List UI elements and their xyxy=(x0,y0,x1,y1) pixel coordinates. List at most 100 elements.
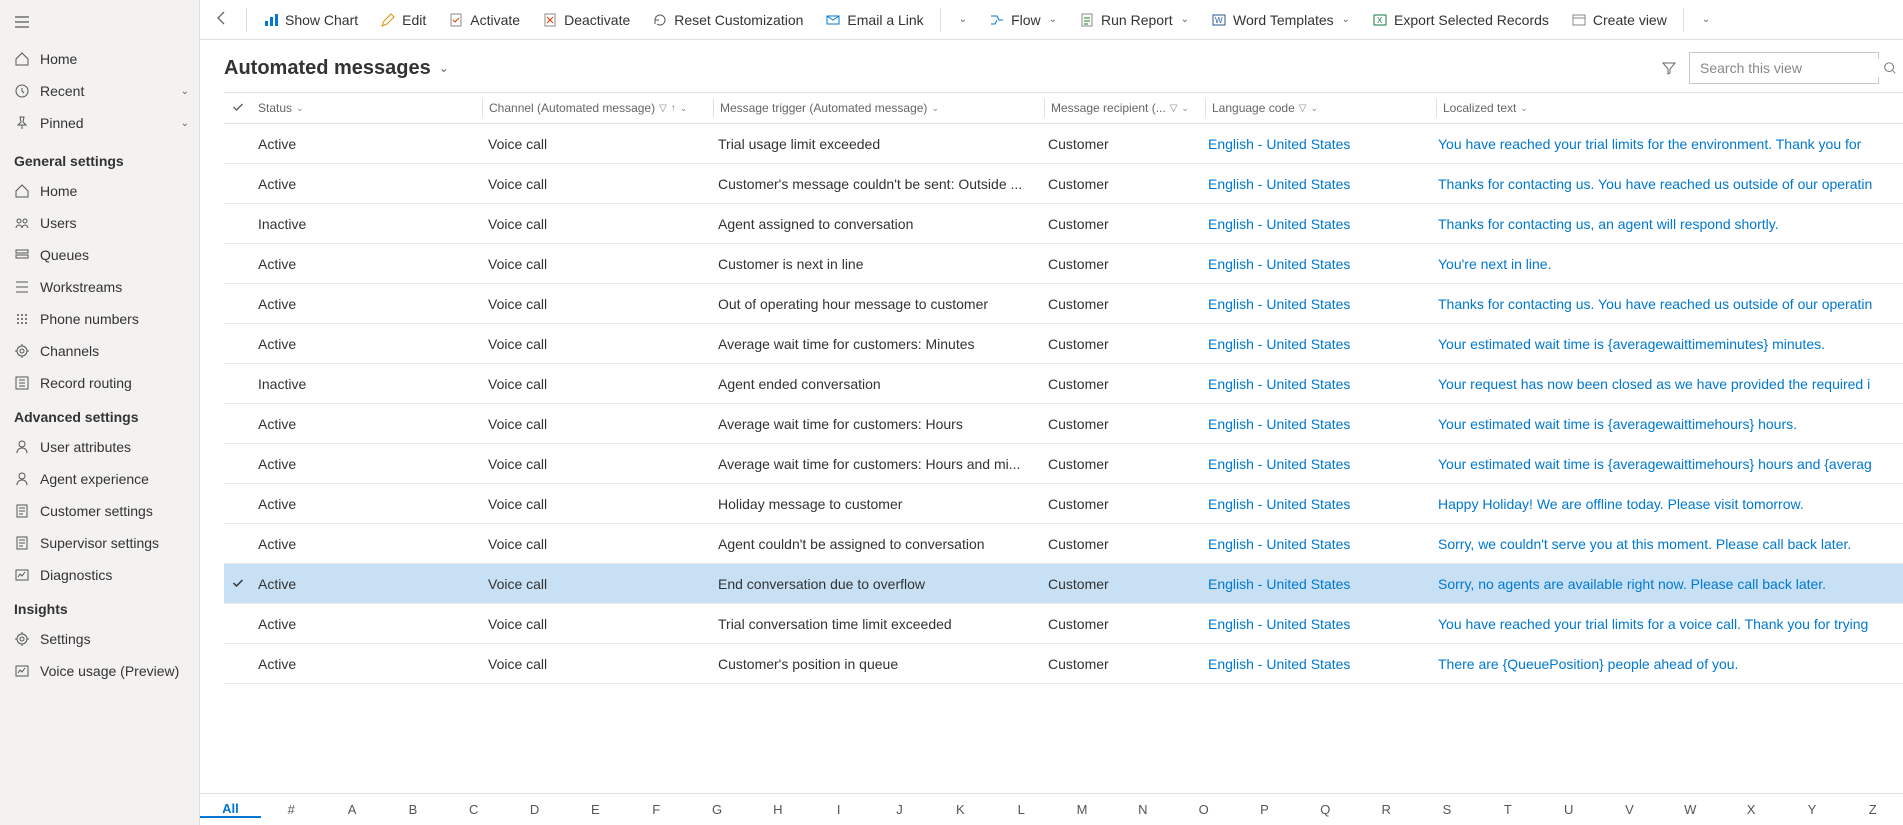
edit-button[interactable]: Edit xyxy=(370,6,436,34)
cell-localized-text[interactable]: Your estimated wait time is {averagewait… xyxy=(1432,416,1903,432)
col-header-channel[interactable]: Channel (Automated message) ▽ ↑ ⌄ xyxy=(483,101,713,115)
alpha-filter[interactable]: W xyxy=(1660,802,1721,817)
nav-item[interactable]: Supervisor settings xyxy=(0,527,199,559)
nav-item[interactable]: Agent experience xyxy=(0,463,199,495)
alpha-filter[interactable]: J xyxy=(869,802,930,817)
alpha-filter[interactable]: C xyxy=(443,802,504,817)
show-chart-button[interactable]: Show Chart xyxy=(253,6,368,34)
alpha-filter[interactable]: Z xyxy=(1842,802,1903,817)
alpha-filter[interactable]: N xyxy=(1112,802,1173,817)
nav-item[interactable]: Channels xyxy=(0,335,199,367)
create-view-dropdown[interactable]: ⌄ xyxy=(1690,8,1720,31)
activate-button[interactable]: Activate xyxy=(438,6,530,34)
col-header-status[interactable]: Status ⌄ xyxy=(252,101,482,115)
cell-localized-text[interactable]: You have reached your trial limits for a… xyxy=(1432,616,1903,632)
search-input[interactable] xyxy=(1698,59,1883,77)
row-checkbox[interactable] xyxy=(224,576,252,592)
run-report-button[interactable]: Run Report ⌄ xyxy=(1069,6,1199,34)
row-checkbox[interactable] xyxy=(224,296,252,312)
filter-funnel-button[interactable] xyxy=(1661,60,1677,76)
back-button[interactable] xyxy=(204,2,240,37)
alpha-filter[interactable]: R xyxy=(1356,802,1417,817)
row-checkbox[interactable] xyxy=(224,496,252,512)
row-checkbox[interactable] xyxy=(224,376,252,392)
cell-localized-text[interactable]: Your estimated wait time is {averagewait… xyxy=(1432,336,1903,352)
cell-language[interactable]: English - United States xyxy=(1202,496,1432,512)
alpha-filter[interactable]: I xyxy=(808,802,869,817)
col-header-localized-text[interactable]: Localized text ⌄ xyxy=(1437,101,1903,115)
cell-language[interactable]: English - United States xyxy=(1202,296,1432,312)
table-row[interactable]: ActiveVoice callCustomer's position in q… xyxy=(224,644,1903,684)
alpha-filter[interactable]: V xyxy=(1599,802,1660,817)
cell-localized-text[interactable]: Sorry, no agents are available right now… xyxy=(1432,576,1903,592)
export-excel-button[interactable]: X Export Selected Records xyxy=(1362,6,1559,34)
cell-language[interactable]: English - United States xyxy=(1202,616,1432,632)
email-link-dropdown[interactable]: ⌄ xyxy=(947,8,977,31)
select-all-checkbox[interactable] xyxy=(224,101,252,116)
alpha-filter[interactable]: # xyxy=(261,802,322,817)
cell-language[interactable]: English - United States xyxy=(1202,576,1432,592)
row-checkbox[interactable] xyxy=(224,256,252,272)
table-row[interactable]: ActiveVoice callAgent couldn't be assign… xyxy=(224,524,1903,564)
row-checkbox[interactable] xyxy=(224,336,252,352)
nav-item[interactable]: User attributes xyxy=(0,431,199,463)
email-link-button[interactable]: Email a Link xyxy=(815,6,933,34)
alpha-filter[interactable]: T xyxy=(1477,802,1538,817)
nav-item[interactable]: Workstreams xyxy=(0,271,199,303)
alpha-filter[interactable]: A xyxy=(322,802,383,817)
cell-localized-text[interactable]: You're next in line. xyxy=(1432,256,1903,272)
nav-item[interactable]: Users xyxy=(0,207,199,239)
view-selector[interactable]: Automated messages ⌄ xyxy=(224,57,449,80)
table-row[interactable]: ActiveVoice callAverage wait time for cu… xyxy=(224,324,1903,364)
cell-localized-text[interactable]: Thanks for contacting us, an agent will … xyxy=(1432,216,1903,232)
table-row[interactable]: ActiveVoice callTrial usage limit exceed… xyxy=(224,124,1903,164)
nav-item[interactable]: Customer settings xyxy=(0,495,199,527)
row-checkbox[interactable] xyxy=(224,656,252,672)
col-header-recipient[interactable]: Message recipient (... ▽ ⌄ xyxy=(1045,101,1205,115)
nav-item[interactable]: Queues xyxy=(0,239,199,271)
alpha-filter[interactable]: X xyxy=(1721,802,1782,817)
alpha-filter[interactable]: S xyxy=(1417,802,1478,817)
row-checkbox[interactable] xyxy=(224,456,252,472)
col-header-language[interactable]: Language code ▽ ⌄ xyxy=(1206,101,1436,115)
deactivate-button[interactable]: Deactivate xyxy=(532,6,640,34)
hamburger-button[interactable] xyxy=(0,4,199,43)
table-row[interactable]: ActiveVoice callTrial conversation time … xyxy=(224,604,1903,644)
cell-localized-text[interactable]: Happy Holiday! We are offline today. Ple… xyxy=(1432,496,1903,512)
col-header-trigger[interactable]: Message trigger (Automated message) ⌄ xyxy=(714,101,1044,115)
table-row[interactable]: ActiveVoice callCustomer's message could… xyxy=(224,164,1903,204)
nav-item[interactable]: Voice usage (Preview) xyxy=(0,655,199,687)
table-row[interactable]: ActiveVoice callHoliday message to custo… xyxy=(224,484,1903,524)
nav-home[interactable]: Home xyxy=(0,43,199,75)
nav-item[interactable]: Diagnostics xyxy=(0,559,199,591)
nav-item[interactable]: Settings xyxy=(0,623,199,655)
search-box[interactable] xyxy=(1689,52,1879,84)
row-checkbox[interactable] xyxy=(224,416,252,432)
alpha-filter[interactable]: K xyxy=(930,802,991,817)
flow-button[interactable]: Flow ⌄ xyxy=(979,6,1067,34)
alpha-filter[interactable]: M xyxy=(1052,802,1113,817)
row-checkbox[interactable] xyxy=(224,536,252,552)
nav-item[interactable]: Record routing xyxy=(0,367,199,399)
cell-localized-text[interactable]: Thanks for contacting us. You have reach… xyxy=(1432,176,1903,192)
alpha-filter[interactable]: O xyxy=(1173,802,1234,817)
table-row[interactable]: ActiveVoice callAverage wait time for cu… xyxy=(224,444,1903,484)
cell-language[interactable]: English - United States xyxy=(1202,136,1432,152)
table-row[interactable]: InactiveVoice callAgent assigned to conv… xyxy=(224,204,1903,244)
cell-language[interactable]: English - United States xyxy=(1202,336,1432,352)
cell-language[interactable]: English - United States xyxy=(1202,456,1432,472)
alpha-filter[interactable]: All xyxy=(200,801,261,818)
table-row[interactable]: ActiveVoice callCustomer is next in line… xyxy=(224,244,1903,284)
create-view-button[interactable]: Create view xyxy=(1561,6,1677,34)
cell-localized-text[interactable]: Your estimated wait time is {averagewait… xyxy=(1432,456,1903,472)
cell-language[interactable]: English - United States xyxy=(1202,216,1432,232)
nav-item[interactable]: Home xyxy=(0,175,199,207)
row-checkbox[interactable] xyxy=(224,216,252,232)
alpha-filter[interactable]: P xyxy=(1234,802,1295,817)
alpha-filter[interactable]: Q xyxy=(1295,802,1356,817)
cell-localized-text[interactable]: Your request has now been closed as we h… xyxy=(1432,376,1903,392)
cell-language[interactable]: English - United States xyxy=(1202,176,1432,192)
cell-language[interactable]: English - United States xyxy=(1202,416,1432,432)
alpha-filter[interactable]: L xyxy=(991,802,1052,817)
row-checkbox[interactable] xyxy=(224,616,252,632)
